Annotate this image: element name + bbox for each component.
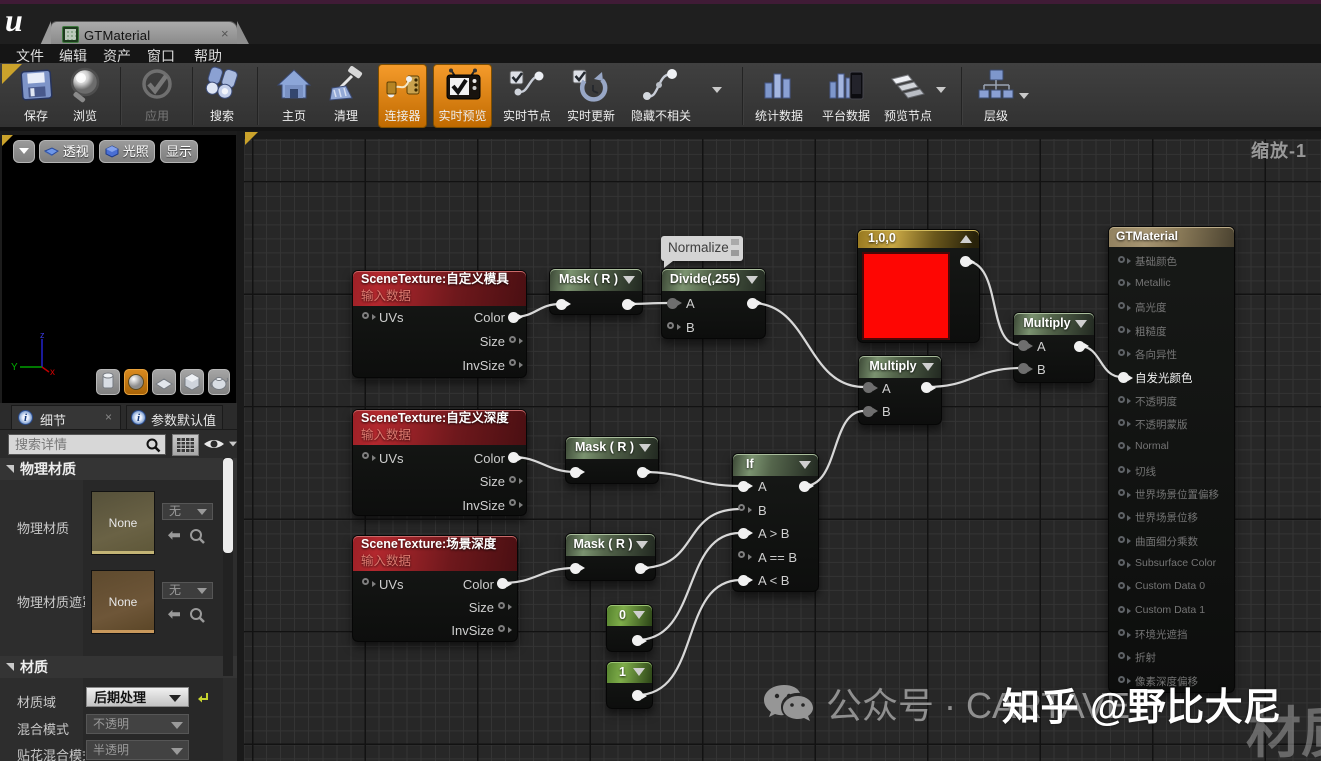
svg-text:x: x [50,367,55,376]
svg-text:Y: Y [11,362,18,373]
svg-text:z: z [40,331,45,340]
